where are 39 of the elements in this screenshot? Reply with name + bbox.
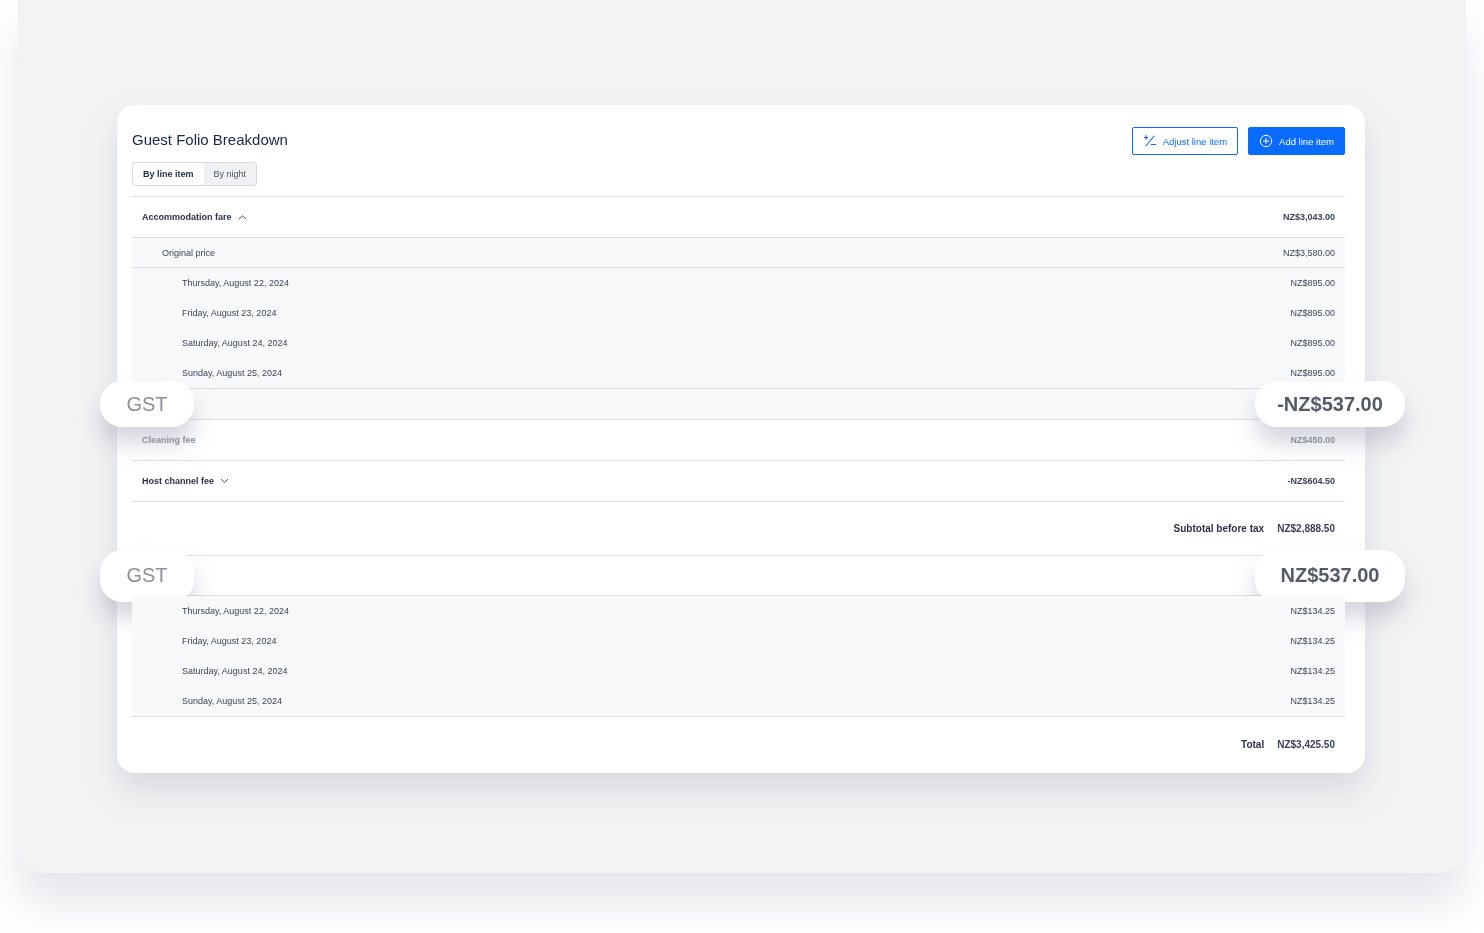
tax-amount-callout: -NZ$537.00 [1255,381,1405,427]
summary-label: Total [1241,738,1265,750]
line-label: Sunday, August 25, 2024 [182,368,282,378]
amount: NZ$134.25 [1290,606,1335,616]
amount: NZ$3,580.00 [1282,247,1335,258]
amount: NZ$134.25 [1290,696,1335,706]
section-toggle[interactable]: Accommodation fare [142,212,247,222]
amount: NZ$450.00 [1290,435,1335,445]
tax-label-callout: GST [100,381,194,427]
line-label: Cleaning fee [142,435,196,445]
summary-amount: NZ$3,425.50 [1277,738,1335,750]
amount: NZ$895.00 [1290,368,1335,378]
tax-label-callout: GST [100,549,194,602]
view-tab[interactable]: By night [203,163,257,185]
section-toggle[interactable]: Host channel fee [142,476,230,486]
card-title: Guest Folio Breakdown [132,131,288,148]
line-label: Saturday, August 24, 2024 [182,338,288,348]
line-label: Sunday, August 25, 2024 [182,696,282,706]
line-label: Thursday, August 22, 2024 [182,606,289,616]
view-tab[interactable]: By line item [133,163,204,185]
amount: NZ$134.25 [1290,636,1335,646]
summary-label: Subtotal before tax [1173,523,1265,534]
amount: NZ$134.25 [1290,666,1335,676]
amount: NZ$895.00 [1290,278,1335,288]
line-label: Saturday, August 24, 2024 [182,666,288,676]
plus-minus-icon [1142,134,1157,148]
amount: NZ$895.00 [1290,338,1335,348]
amount: NZ$895.00 [1290,308,1335,318]
tax-amount-callout: NZ$537.00 [1255,549,1405,602]
summary-amount: NZ$2,888.50 [1277,523,1335,534]
line-label: Friday, August 23, 2024 [182,308,277,318]
adjust-line-item-button[interactable]: Adjust line item [1131,127,1239,155]
amount: -NZ$604.50 [1287,476,1335,486]
line-label: Friday, August 23, 2024 [182,636,277,646]
line-label: Thursday, August 22, 2024 [182,278,289,288]
amount: NZ$3,043.00 [1282,212,1335,222]
plus-circle-icon [1259,134,1274,148]
line-label: Original price [162,247,216,258]
add-line-item-button[interactable]: Add line item [1248,127,1345,155]
